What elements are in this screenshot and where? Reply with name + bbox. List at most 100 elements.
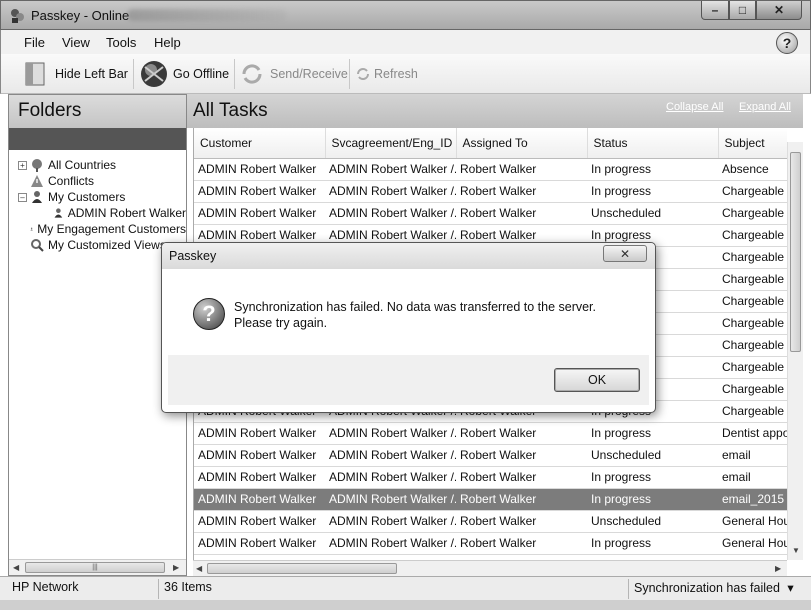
table-row[interactable]: ADMIN Robert WalkerADMIN Robert Walker /… (194, 532, 787, 555)
minimize-button[interactable]: – (701, 1, 729, 20)
menu-bar: File View Tools Help ? (0, 30, 811, 54)
magnifier-icon (31, 239, 44, 252)
cell-subject: Chargeable Ho (718, 400, 787, 423)
column-header-customer[interactable]: Customer (194, 128, 326, 159)
collapse-icon[interactable]: – (18, 192, 27, 202)
passkey-app-icon (11, 9, 24, 23)
cell-subject: Chargeable Ho (718, 312, 787, 335)
cell-status: In progress (587, 422, 718, 445)
ok-button[interactable]: OK (554, 368, 640, 392)
cell-assigned-to: Robert Walker (456, 422, 587, 445)
person-icon (30, 227, 33, 231)
question-icon: ? (193, 298, 225, 330)
status-divider (628, 579, 629, 599)
table-row[interactable]: ADMIN Robert WalkerADMIN Robert Walker /… (194, 202, 787, 225)
folder-tree: + All Countries Conflicts – My Customers… (9, 150, 186, 253)
expand-all-link[interactable]: Expand All (739, 101, 791, 113)
tree-item-label: My Customized Views (48, 238, 166, 252)
cell-status: In progress (587, 180, 718, 203)
scrollbar-thumb[interactable] (207, 563, 397, 574)
status-item-count: 36 Items (164, 580, 212, 594)
column-header-subject[interactable]: Subject (718, 128, 787, 159)
grid-header-row: Customer Svcagreement/Eng_ID Assigned To… (194, 128, 787, 159)
column-header-status[interactable]: Status (587, 128, 719, 159)
collapse-all-link[interactable]: Collapse All (666, 101, 723, 113)
cell-subject: email_2015 (718, 488, 787, 511)
expand-icon[interactable]: + (18, 160, 27, 170)
column-header-svcagreement[interactable]: Svcagreement/Eng_ID (325, 128, 457, 159)
warning-icon (31, 175, 43, 187)
cell-subject: Chargeable Ho (718, 246, 787, 269)
table-row[interactable]: ADMIN Robert WalkerADMIN Robert Walker /… (194, 444, 787, 467)
column-header-assigned-to[interactable]: Assigned To (456, 128, 588, 159)
status-sync-dropdown[interactable]: Synchronization has failed ▾ (630, 580, 794, 598)
scroll-right-icon[interactable]: ▶ (775, 564, 781, 573)
status-network: HP Network (12, 580, 79, 594)
cell-subject: Chargeable Ho (718, 268, 787, 291)
cell-subject: Chargeable Ho (718, 202, 787, 225)
menu-tools[interactable]: Tools (106, 35, 136, 50)
toolbar-separator (234, 59, 235, 89)
table-row[interactable]: ADMIN Robert WalkerADMIN Robert Walker /… (194, 158, 787, 181)
menu-help[interactable]: Help (154, 35, 181, 50)
cell-subject: Absence (718, 158, 787, 181)
chevron-down-icon[interactable]: ▾ (787, 581, 793, 595)
cell-assigned-to: Robert Walker (456, 466, 587, 489)
dialog-body: ? Synchronization has failed. No data wa… (168, 269, 649, 355)
folders-title: Folders (9, 95, 186, 128)
scroll-left-icon[interactable]: ◀ (13, 563, 19, 572)
scrollbar-thumb[interactable]: ||| (25, 562, 165, 573)
tree-item-my-engagement-customers[interactable]: My Engagement Customers (9, 221, 186, 237)
hide-left-bar-button[interactable]: Hide Left Bar (23, 60, 128, 88)
cell-subject: Dentist appoin (718, 422, 787, 445)
table-row[interactable]: ADMIN Robert WalkerADMIN Robert Walker /… (194, 422, 787, 445)
cell-subject: Chargeable Ho (718, 290, 787, 313)
go-offline-button[interactable]: Go Offline (139, 60, 229, 88)
menu-file[interactable]: File (24, 35, 45, 50)
scroll-right-icon[interactable]: ▶ (173, 563, 179, 572)
cell-status: In progress (587, 466, 718, 489)
table-row[interactable]: ADMIN Robert WalkerADMIN Robert Walker /… (194, 488, 787, 511)
cell-svcagreement: ADMIN Robert Walker /... (325, 466, 456, 489)
folders-horizontal-scrollbar[interactable]: ◀ ||| ▶ (9, 559, 186, 575)
cell-assigned-to: Robert Walker (456, 488, 587, 511)
table-row[interactable]: ADMIN Robert WalkerADMIN Robert Walker /… (194, 180, 787, 203)
close-button[interactable]: ✕ (756, 1, 802, 20)
toolbar-separator (133, 59, 134, 89)
menu-view[interactable]: View (62, 35, 90, 50)
cell-status: In progress (587, 532, 718, 555)
scrollbar-thumb[interactable] (790, 152, 801, 352)
scroll-down-icon[interactable]: ▼ (792, 546, 800, 555)
table-row[interactable]: ADMIN Robert WalkerADMIN Robert Walker /… (194, 466, 787, 489)
tasks-vertical-scrollbar[interactable]: ▼ (787, 142, 803, 560)
table-row[interactable]: ADMIN Robert WalkerADMIN Robert Walker /… (194, 510, 787, 533)
refresh-button[interactable]: Refresh (356, 60, 418, 88)
tree-item-admin-robert-walker[interactable]: ADMIN Robert Walker (9, 205, 186, 221)
refresh-icon (357, 68, 369, 80)
tree-item-my-customers[interactable]: – My Customers (9, 189, 186, 205)
tree-item-label: My Customers (48, 190, 126, 204)
send-receive-button[interactable]: Send/Receive (240, 60, 348, 88)
tree-item-conflicts[interactable]: Conflicts (9, 173, 186, 189)
dialog-message: Synchronization has failed. No data was … (234, 300, 596, 330)
globe-offline-icon (141, 61, 167, 87)
scroll-left-icon[interactable]: ◀ (196, 564, 202, 573)
cell-subject: General Hour (718, 510, 787, 533)
help-icon[interactable]: ? (776, 32, 798, 54)
title-bar: Passkey - Online – □ ✕ (0, 0, 811, 30)
cell-customer: ADMIN Robert Walker (194, 488, 325, 511)
tasks-horizontal-scrollbar[interactable]: ◀ ▶ (193, 560, 787, 576)
dialog-close-button[interactable]: ✕ (603, 245, 647, 262)
maximize-button[interactable]: □ (729, 1, 756, 20)
cell-subject: Chargeable Ho (718, 334, 787, 357)
tree-item-label: Conflicts (48, 174, 95, 188)
folders-bar (9, 128, 186, 150)
tree-item-my-customized-views[interactable]: My Customized Views (9, 237, 186, 253)
cell-assigned-to: Robert Walker (456, 510, 587, 533)
tree-item-all-countries[interactable]: + All Countries (9, 157, 186, 173)
cell-svcagreement: ADMIN Robert Walker /... (325, 202, 456, 225)
cell-assigned-to: Robert Walker (456, 180, 587, 203)
cell-customer: ADMIN Robert Walker (194, 444, 325, 467)
hide-left-bar-icon (25, 62, 45, 86)
cell-assigned-to: Robert Walker (456, 158, 587, 181)
